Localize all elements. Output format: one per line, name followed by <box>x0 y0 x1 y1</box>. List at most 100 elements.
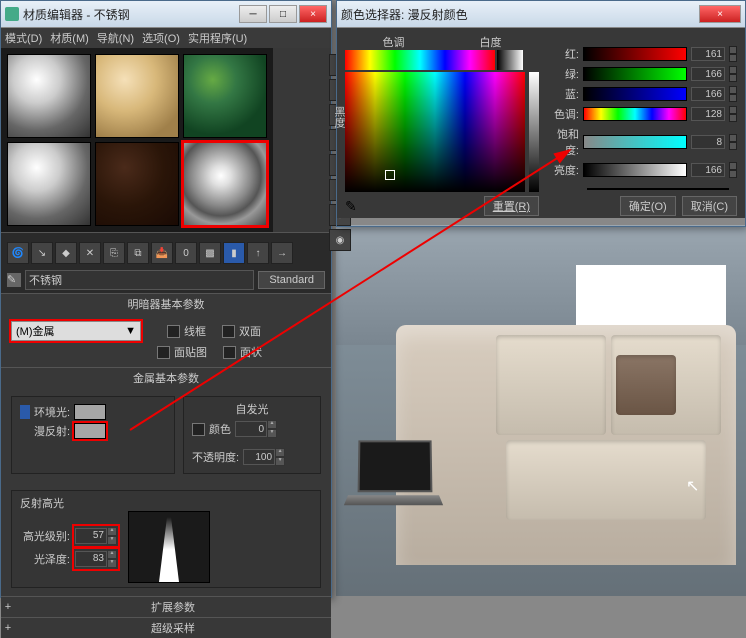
make-unique-icon[interactable]: ⧉ <box>127 242 149 264</box>
close-button[interactable]: × <box>299 5 327 23</box>
mat-titlebar[interactable]: 材质编辑器 - 不锈钢 ─ □ × <box>1 1 331 28</box>
get-material-icon[interactable]: 🌀 <box>7 242 29 264</box>
shader-dropdown[interactable]: (M)金属▼ <box>11 321 141 341</box>
app-icon <box>5 7 19 21</box>
g-input[interactable] <box>691 67 725 81</box>
ok-button[interactable]: 确定(O) <box>620 196 676 216</box>
color-close-button[interactable]: × <box>699 5 741 23</box>
material-slots <box>1 48 273 232</box>
slot-6-selected[interactable] <box>183 142 267 226</box>
faceted-checkbox[interactable] <box>223 346 236 359</box>
g-slider[interactable] <box>583 67 687 81</box>
eyedropper-icon[interactable]: ✎ <box>345 198 357 215</box>
hue-sv-area: 色调 白度 黑度 ✎ 重置(R) <box>345 36 539 210</box>
self-illum-spinner[interactable]: ▲▼ <box>235 420 277 438</box>
menu-utils[interactable]: 实用程序(U) <box>188 30 247 46</box>
opacity-spinner[interactable]: ▲▼ <box>243 448 285 466</box>
menu-material[interactable]: 材质(M) <box>50 30 89 46</box>
assign-icon[interactable]: ◆ <box>55 242 77 264</box>
color-titlebar[interactable]: 颜色选择器: 漫反射颜色 × <box>337 1 745 28</box>
faceted-label: 面状 <box>240 344 262 360</box>
v-slider[interactable] <box>583 163 687 177</box>
menu-nav[interactable]: 导航(N) <box>97 30 134 46</box>
s-input[interactable] <box>691 135 725 149</box>
mat-toolbar: 🌀 ↘ ◆ ✕ ⎘ ⧉ 📥 0 ▩ ▮ ↑ → <box>1 239 331 267</box>
pick-icon[interactable]: ✎ <box>7 273 21 287</box>
material-type-button[interactable]: Standard <box>258 271 325 289</box>
shader-value: (M)金属 <box>16 323 55 339</box>
laptop-mesh <box>346 440 446 515</box>
mtl-id-icon[interactable]: 0 <box>175 242 197 264</box>
show-end-icon[interactable]: ▮ <box>223 242 245 264</box>
hue-strip[interactable] <box>345 50 495 70</box>
menu-mode[interactable]: 模式(D) <box>5 30 42 46</box>
reset-icon[interactable]: ✕ <box>79 242 101 264</box>
shader-section-title: 明暗器基本参数 <box>1 293 331 314</box>
supersampling-rollout[interactable]: +超级采样 <box>1 617 331 638</box>
material-editor-window: 材质编辑器 - 不锈钢 ─ □ × 模式(D) 材质(M) 导航(N) 选项(O… <box>0 0 332 598</box>
wire-checkbox[interactable] <box>167 325 180 338</box>
b-slider[interactable] <box>583 87 687 101</box>
menu-options[interactable]: 选项(O) <box>142 30 180 46</box>
facemap-checkbox[interactable] <box>157 346 170 359</box>
show-map-icon[interactable]: ▩ <box>199 242 221 264</box>
two-sided-checkbox[interactable] <box>222 325 235 338</box>
brightness-slider[interactable] <box>529 72 539 192</box>
b-input[interactable] <box>691 87 725 101</box>
gloss-spinner[interactable]: ▲▼ <box>74 549 118 569</box>
maximize-button[interactable]: □ <box>269 5 297 23</box>
slot-3[interactable] <box>183 54 267 138</box>
whiteness-label: 白度 <box>480 34 502 50</box>
slot-2[interactable] <box>95 54 179 138</box>
lock-ambient-icon[interactable] <box>20 405 30 419</box>
mat-title: 材质编辑器 - 不锈钢 <box>23 6 239 23</box>
spec-level-spinner[interactable]: ▲▼ <box>74 526 118 546</box>
slot-5[interactable] <box>95 142 179 226</box>
white-panel <box>576 265 726 325</box>
mat-name-bar: ✎ Standard <box>1 267 331 293</box>
v-input[interactable] <box>691 163 725 177</box>
r-slider[interactable] <box>583 47 687 61</box>
put-to-lib-icon[interactable]: 📥 <box>151 242 173 264</box>
h-label: 色调: <box>545 106 579 122</box>
gloss-label: 光泽度: <box>20 551 70 567</box>
sofa-mesh <box>396 325 736 565</box>
viewport-3d[interactable] <box>336 225 746 596</box>
material-name-input[interactable] <box>25 270 254 290</box>
r-label: 红: <box>545 46 579 62</box>
put-to-scene-icon[interactable]: ↘ <box>31 242 53 264</box>
select-by-mat-icon[interactable]: ◉ <box>329 229 351 251</box>
hue-label: 色调 <box>383 34 405 50</box>
opacity-label: 不透明度: <box>192 449 239 465</box>
make-copy-icon[interactable]: ⎘ <box>103 242 125 264</box>
cancel-button[interactable]: 取消(C) <box>682 196 737 216</box>
wire-label: 线框 <box>184 323 206 339</box>
sv-marker[interactable] <box>385 170 395 180</box>
slot-4[interactable] <box>7 142 91 226</box>
reset-button[interactable]: 重置(R) <box>484 196 539 216</box>
sv-picker[interactable] <box>345 72 525 192</box>
ambient-swatch[interactable] <box>74 404 106 420</box>
go-forward-icon[interactable]: → <box>271 242 293 264</box>
self-color-label: 颜色 <box>209 421 231 437</box>
r-input[interactable] <box>691 47 725 61</box>
go-parent-icon[interactable]: ↑ <box>247 242 269 264</box>
metal-section-title: 金属基本参数 <box>1 367 331 388</box>
channel-sliders: 红: 绿: 蓝: 色调: 饱和度: 亮度: 确定(O) 取消(C) <box>545 46 737 210</box>
s-label: 饱和度: <box>545 126 579 158</box>
self-color-checkbox[interactable] <box>192 423 205 436</box>
color-preview <box>587 188 729 190</box>
s-slider[interactable] <box>583 135 687 149</box>
whiteness-strip[interactable] <box>497 50 523 70</box>
h-slider[interactable] <box>583 107 687 121</box>
slot-1[interactable] <box>7 54 91 138</box>
highlight-curve-graph <box>128 511 210 583</box>
h-input[interactable] <box>691 107 725 121</box>
color-title: 颜色选择器: 漫反射颜色 <box>341 6 699 23</box>
extended-params-rollout[interactable]: +扩展参数 <box>1 596 331 617</box>
diffuse-label: 漫反射: <box>34 423 70 439</box>
mat-menubar: 模式(D) 材质(M) 导航(N) 选项(O) 实用程序(U) <box>1 28 331 48</box>
diffuse-swatch[interactable] <box>74 423 106 439</box>
g-label: 绿: <box>545 66 579 82</box>
minimize-button[interactable]: ─ <box>239 5 267 23</box>
